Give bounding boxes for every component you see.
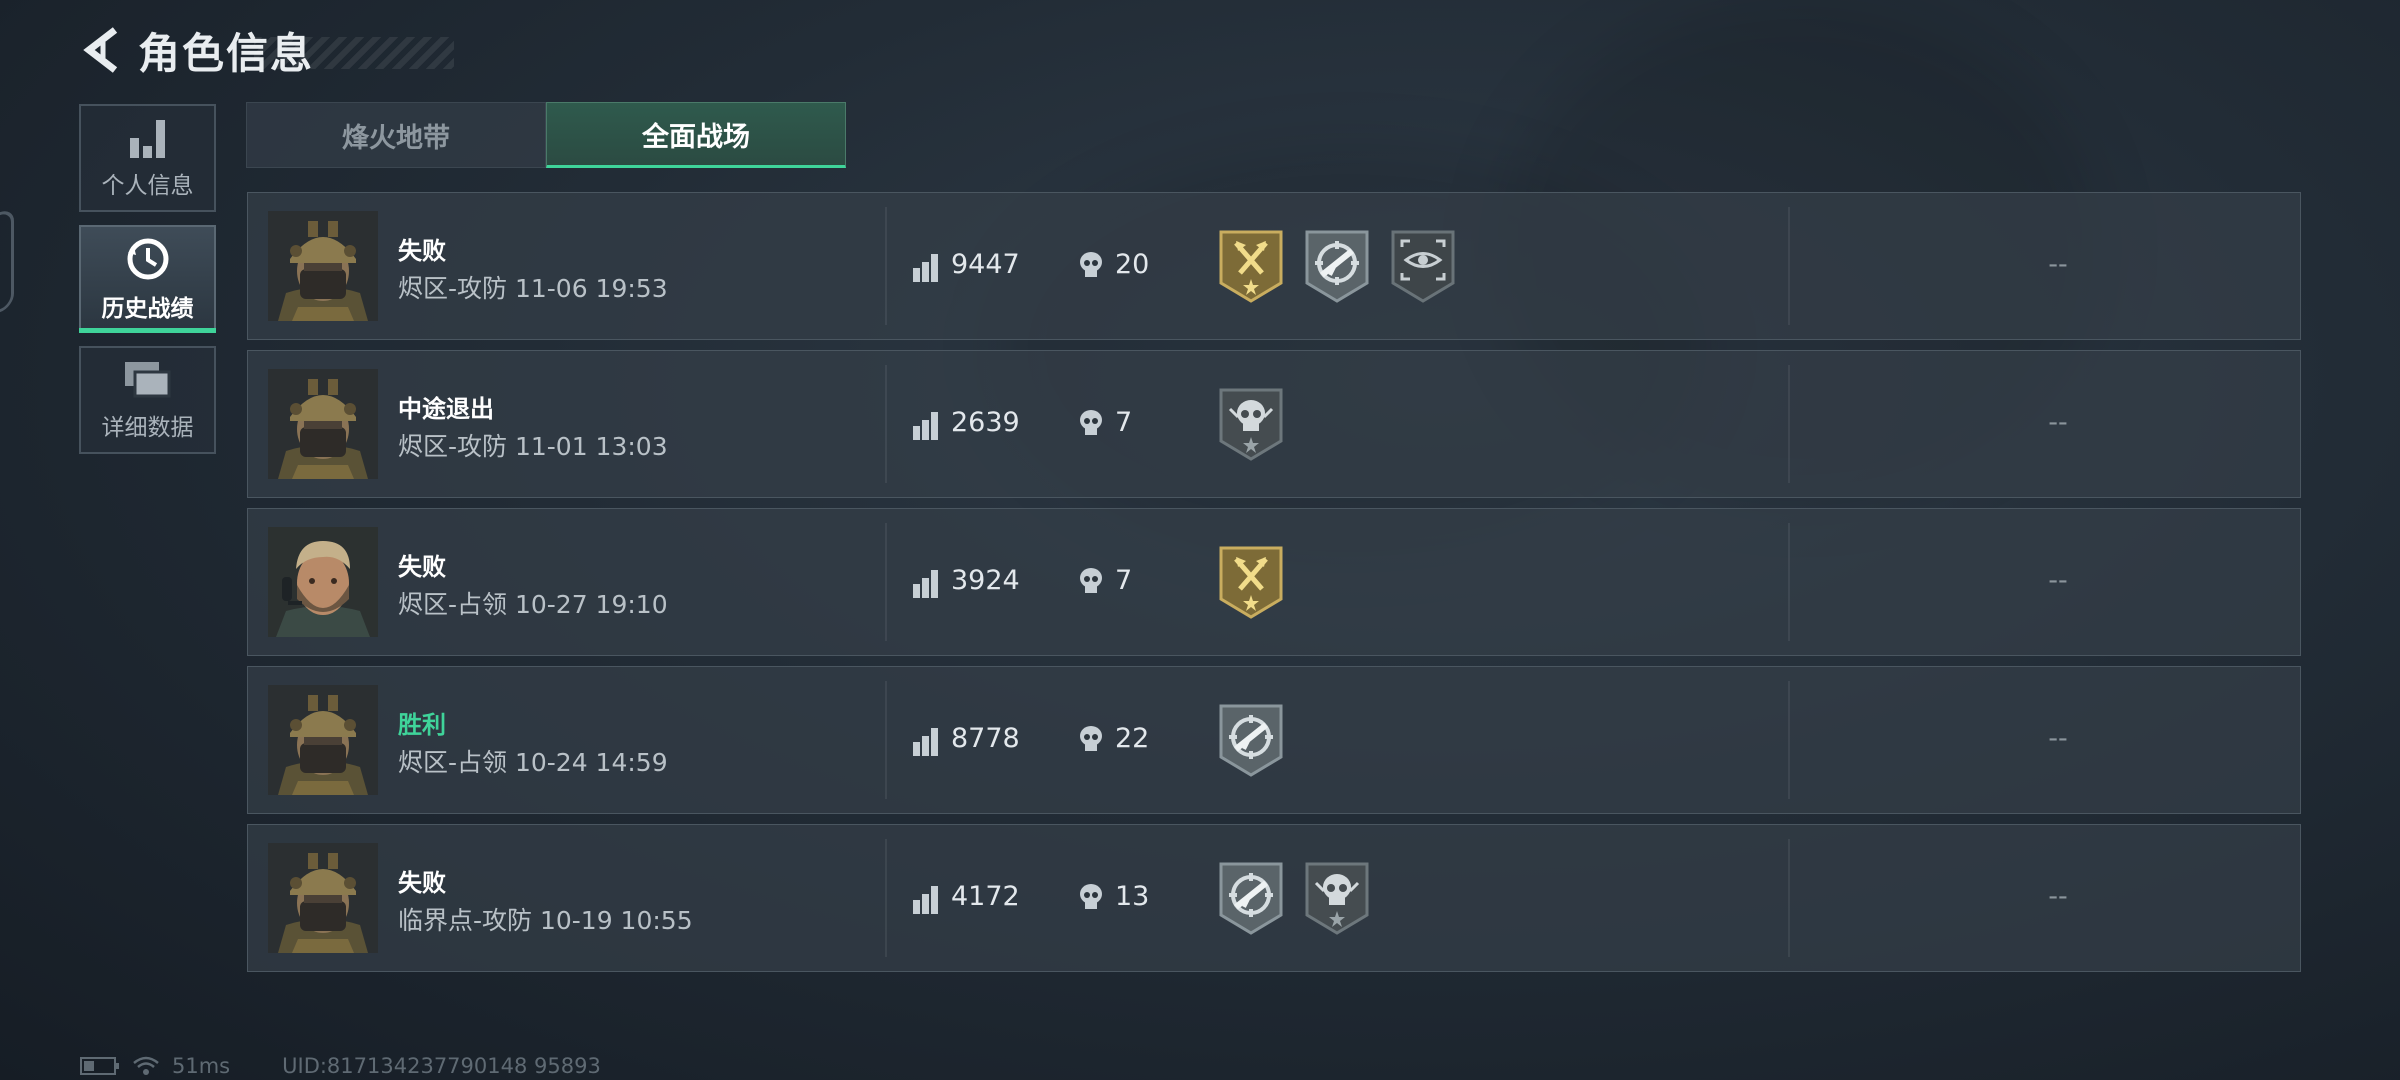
badge-list (1218, 861, 1370, 935)
badge-list (1218, 387, 1284, 461)
match-score: 9447 (951, 249, 1020, 280)
uid-text: UID:817134237790148 95893 (282, 1054, 601, 1078)
gold-flag-badge-icon (1218, 545, 1284, 619)
edge-decoration (0, 207, 14, 329)
bar-chart-icon (129, 120, 165, 158)
match-row[interactable]: 失败 临界点-攻防 10-19 10:55 4172 13 -- (247, 824, 2301, 972)
title-decoration (254, 37, 455, 69)
match-kills: 13 (1115, 881, 1150, 912)
score-icon (913, 728, 939, 756)
match-kills: 7 (1115, 565, 1133, 596)
tab-all-out-war[interactable]: 全面战场 (546, 102, 846, 168)
score-icon (913, 570, 939, 598)
match-score: 3924 (951, 565, 1020, 596)
avatar (268, 369, 378, 479)
nav-label: 历史战绩 (101, 296, 194, 322)
rifle-target-badge-icon (1218, 861, 1284, 935)
match-extra: -- (2048, 723, 2068, 754)
rifle-target-badge-icon (1304, 229, 1370, 303)
stacked-cards-icon (124, 362, 170, 398)
clock-history-icon (127, 238, 168, 280)
match-extra: -- (2048, 249, 2068, 280)
rifle-target-badge-icon (1218, 703, 1284, 777)
score-icon (913, 254, 939, 282)
badge-list (1218, 703, 1284, 777)
side-nav: 个人信息 历史战绩 详细数据 (79, 104, 216, 467)
match-extra: -- (2048, 565, 2068, 596)
page-header: 角色信息 (78, 22, 455, 78)
match-result: 胜利 (398, 711, 446, 739)
match-result: 失败 (398, 553, 446, 581)
badge-list (1218, 545, 1284, 619)
back-arrow-icon (83, 27, 118, 73)
divider (1788, 365, 1790, 483)
match-extra: -- (2048, 881, 2068, 912)
mode-tabs: 烽火地带 全面战场 (246, 102, 846, 168)
skull-icon (1077, 251, 1105, 281)
match-result: 失败 (398, 869, 446, 897)
skull-icon (1077, 883, 1105, 913)
nav-item-personal-info[interactable]: 个人信息 (79, 104, 216, 212)
divider (885, 681, 887, 799)
badge-list (1218, 229, 1456, 303)
match-score: 2639 (951, 407, 1020, 438)
divider (1788, 207, 1790, 325)
gold-flag-badge-icon (1218, 229, 1284, 303)
nav-item-match-history[interactable]: 历史战绩 (79, 225, 216, 333)
eye-scope-badge-icon (1390, 229, 1456, 303)
back-button[interactable] (78, 22, 124, 78)
avatar (268, 527, 378, 637)
nav-label: 个人信息 (101, 173, 194, 199)
match-mode-time: 临界点-攻防 10-19 10:55 (398, 906, 693, 935)
skull-icon (1077, 725, 1105, 755)
divider (885, 839, 887, 957)
divider (1788, 681, 1790, 799)
avatar (268, 685, 378, 795)
match-row[interactable]: 中途退出 烬区-攻防 11-01 13:03 2639 7 -- (247, 350, 2301, 498)
skull-icon (1077, 567, 1105, 597)
match-history-list: 失败 烬区-攻防 11-06 19:53 9447 20 -- 中途退出 烬区-… (247, 192, 2301, 982)
avatar (268, 843, 378, 953)
ping-value: 51ms (172, 1054, 231, 1078)
divider (1788, 839, 1790, 957)
match-result: 失败 (398, 237, 446, 265)
divider (885, 207, 887, 325)
match-kills: 7 (1115, 407, 1133, 438)
battery-icon (80, 1057, 119, 1075)
tab-warzone[interactable]: 烽火地带 (246, 102, 546, 168)
match-kills: 20 (1115, 249, 1150, 280)
match-row[interactable]: 失败 烬区-攻防 11-06 19:53 9447 20 -- (247, 192, 2301, 340)
score-icon (913, 886, 939, 914)
match-mode-time: 烬区-占领 10-27 19:10 (398, 590, 668, 619)
divider (1788, 523, 1790, 641)
wifi-icon (133, 1056, 159, 1075)
skull-badge-icon (1304, 861, 1370, 935)
match-mode-time: 烬区-占领 10-24 14:59 (398, 748, 668, 777)
match-row[interactable]: 失败 烬区-占领 10-27 19:10 3924 7 -- (247, 508, 2301, 656)
match-mode-time: 烬区-攻防 11-01 13:03 (398, 432, 668, 461)
divider (885, 365, 887, 483)
match-result: 中途退出 (398, 395, 494, 423)
match-score: 8778 (951, 723, 1020, 754)
skull-badge-icon (1218, 387, 1284, 461)
divider (885, 523, 887, 641)
skull-icon (1077, 409, 1105, 439)
avatar (268, 211, 378, 321)
match-mode-time: 烬区-攻防 11-06 19:53 (398, 274, 668, 303)
nav-item-detailed-data[interactable]: 详细数据 (79, 346, 216, 454)
match-score: 4172 (951, 881, 1020, 912)
nav-label: 详细数据 (101, 415, 194, 441)
match-kills: 22 (1115, 723, 1150, 754)
match-row[interactable]: 胜利 烬区-占领 10-24 14:59 8778 22 -- (247, 666, 2301, 814)
match-extra: -- (2048, 407, 2068, 438)
status-bar: 51ms UID:817134237790148 95893 (80, 1054, 601, 1078)
score-icon (913, 412, 939, 440)
